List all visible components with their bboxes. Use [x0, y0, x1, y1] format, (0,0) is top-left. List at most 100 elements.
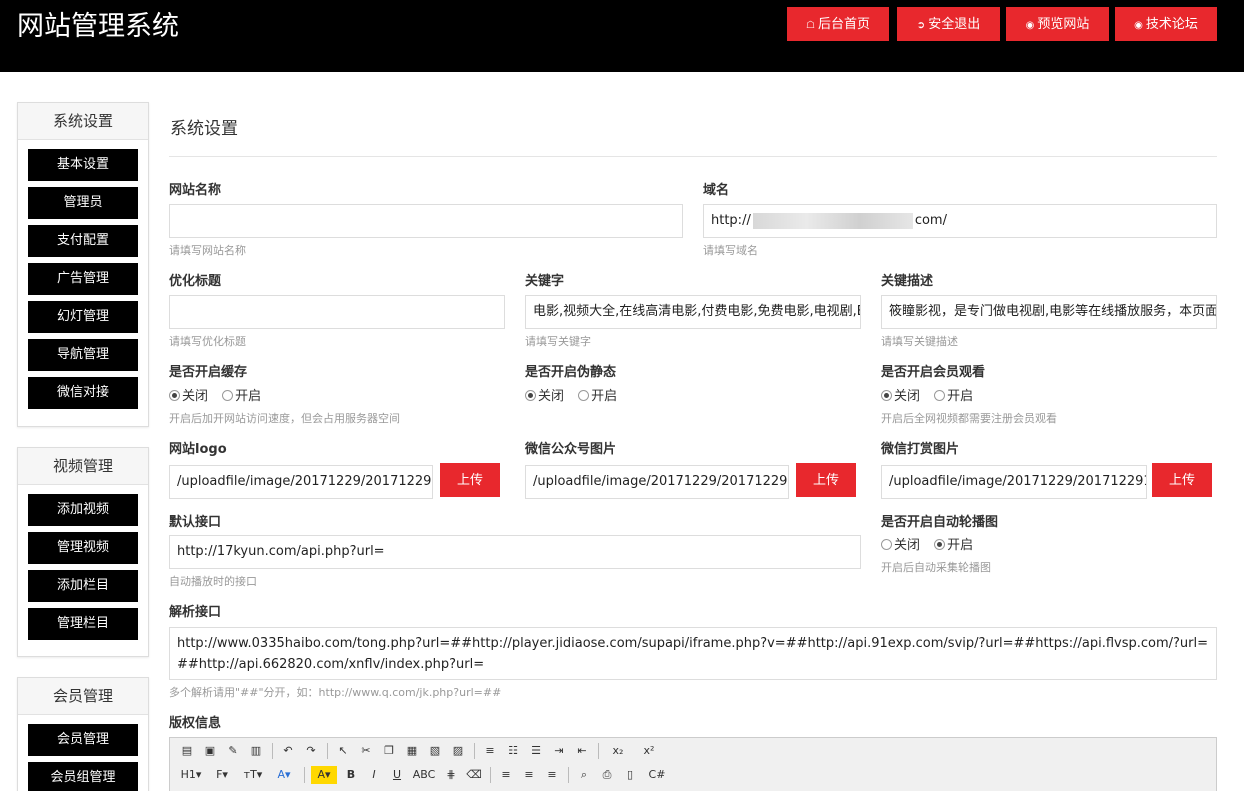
sidebar-panel-member: 会员管理 会员管理 会员组管理: [17, 677, 149, 791]
align-center-icon[interactable]: ≡: [520, 766, 538, 784]
copy-icon[interactable]: ❐: [380, 742, 398, 760]
ordered-list-icon[interactable]: ☷: [504, 742, 522, 760]
highlight-icon[interactable]: A▾: [311, 766, 337, 784]
parse-api-label: 解析接口: [169, 605, 222, 620]
toolbar-separator: [490, 767, 491, 783]
member-view-off-option[interactable]: 关闭: [881, 389, 920, 404]
title-divider: [169, 156, 1217, 157]
sidebar-item-manage-category[interactable]: 管理栏目: [28, 608, 138, 640]
sidebar-panel-title: 会员管理: [18, 678, 148, 715]
preview-icon[interactable]: ▣: [201, 742, 219, 760]
default-api-input[interactable]: http://17kyun.com/api.php?url=: [169, 535, 861, 569]
sidebar-item-admin[interactable]: 管理员: [28, 187, 138, 219]
cache-radio-group: 关闭 开启: [169, 389, 271, 405]
member-view-on-option[interactable]: 开启: [934, 389, 973, 404]
editor-toolbar-row-1: ▤ ▣ ✎ ▥ ↶ ↷ ↖ ✂ ❐ ▦ ▧ ▨ ≡ ☷ ☰ ⇥ ⇤ x₂ x²: [178, 740, 667, 762]
sidebar-item-payment[interactable]: 支付配置: [28, 225, 138, 257]
rewrite-on-option[interactable]: 开启: [578, 389, 617, 404]
cut-icon[interactable]: ✂: [357, 742, 375, 760]
sidebar-item-add-video[interactable]: 添加视频: [28, 494, 138, 526]
outdent-icon[interactable]: ⇤: [573, 742, 591, 760]
paste-icon[interactable]: ▥: [247, 742, 265, 760]
paste-plain-icon[interactable]: ▦: [403, 742, 421, 760]
carousel-off-option[interactable]: 关闭: [881, 538, 920, 553]
top-header: 网站管理系统 ☖ 后台首页 ➲ 安全退出 ◉ 预览网站 ◉ 技术论坛: [0, 0, 1244, 72]
redacted-mask: [752, 212, 913, 229]
sidebar-panel-system: 系统设置 基本设置 管理员 支付配置 广告管理 幻灯管理 导航管理 微信对接: [17, 102, 149, 427]
sidebar-item-member-groups[interactable]: 会员组管理: [28, 762, 138, 791]
justify-icon[interactable]: ≡: [481, 742, 499, 760]
sidebar-panel-title: 系统设置: [18, 103, 148, 140]
site-name-input[interactable]: [169, 204, 683, 238]
editor-toolbar-row-2: H1▾ F▾ тT▾ A▾ A▾ B I U ABC ⋕ ⌫ ≡ ≡ ≡ ⌕ ⎙ ▯ C#: [178, 764, 675, 786]
paste-word-icon[interactable]: ▧: [426, 742, 444, 760]
description-input[interactable]: 筱瞳影视，是专门做电视剧,电影等在线播放服务，本页面: [881, 295, 1217, 329]
align-right-icon[interactable]: ≡: [543, 766, 561, 784]
wechat-qr-upload-button[interactable]: 上传: [796, 463, 856, 497]
rewrite-radio-group: 关闭 开启: [525, 389, 627, 405]
redo-icon[interactable]: ↷: [302, 742, 320, 760]
bold-icon[interactable]: B: [342, 766, 360, 784]
find-icon[interactable]: ⌕: [575, 766, 593, 784]
heading-icon[interactable]: H1▾: [178, 766, 204, 784]
tech-forum-button[interactable]: ◉ 技术论坛: [1115, 7, 1217, 41]
underline-icon[interactable]: U: [388, 766, 406, 784]
remove-format-icon[interactable]: ⌫: [465, 766, 483, 784]
keywords-input[interactable]: 电影,视频大全,在线高清电影,付费电影,免费电影,电视剧,E: [525, 295, 861, 329]
preview-site-button[interactable]: ◉ 预览网站: [1006, 7, 1109, 41]
seo-title-input[interactable]: [169, 295, 505, 329]
logo-path-input[interactable]: /uploadfile/image/20171229/201712291: [169, 465, 433, 499]
rich-text-editor[interactable]: ▤ ▣ ✎ ▥ ↶ ↷ ↖ ✂ ❐ ▦ ▧ ▨ ≡ ☷ ☰ ⇥ ⇤ x₂ x² H1▾ F▾ тT▾ A▾ A▾ B I U ABC…: [169, 737, 1217, 791]
print-icon[interactable]: ⎙: [598, 766, 616, 784]
cache-on-option[interactable]: 开启: [222, 389, 261, 404]
eye-icon: ◉: [1025, 20, 1035, 31]
superscript-icon[interactable]: x²: [636, 742, 662, 760]
seo-title-help: 请填写优化标题: [169, 335, 246, 348]
undo-icon[interactable]: ↶: [279, 742, 297, 760]
font-color-icon[interactable]: A▾: [271, 766, 297, 784]
carousel-on-option[interactable]: 开启: [934, 538, 973, 553]
wechat-reward-upload-button[interactable]: 上传: [1152, 463, 1212, 497]
logo-upload-button[interactable]: 上传: [440, 463, 500, 497]
wechat-reward-path-input[interactable]: /uploadfile/image/20171229/201712291: [881, 465, 1147, 499]
logout-icon: ➲: [916, 20, 926, 31]
sidebar-item-navigation[interactable]: 导航管理: [28, 339, 138, 371]
logout-button[interactable]: ➲ 安全退出: [897, 7, 1000, 41]
parse-api-textarea[interactable]: http://www.0335haibo.com/tong.php?url=##…: [169, 627, 1217, 680]
sidebar-item-ads[interactable]: 广告管理: [28, 263, 138, 295]
source-icon[interactable]: ▤: [178, 742, 196, 760]
align-left-icon[interactable]: ≡: [497, 766, 515, 784]
domain-input[interactable]: http://com/: [703, 204, 1217, 238]
sidebar-item-manage-video[interactable]: 管理视频: [28, 532, 138, 564]
copyright-label: 版权信息: [169, 716, 222, 731]
description-help: 请填写关键描述: [881, 335, 958, 348]
indent-icon[interactable]: ⇥: [550, 742, 568, 760]
carousel-help: 开启后自动采集轮播图: [881, 561, 991, 574]
admin-home-button[interactable]: ☖ 后台首页: [787, 7, 889, 41]
site-name-help: 请填写网站名称: [169, 244, 246, 257]
sidebar-item-basic-settings[interactable]: 基本设置: [28, 149, 138, 181]
select-icon[interactable]: ↖: [334, 742, 352, 760]
toolbar-separator: [272, 743, 273, 759]
logo-label: 网站logo: [169, 442, 227, 457]
strikethrough-icon[interactable]: ABC: [411, 766, 437, 784]
code-icon[interactable]: C#: [644, 766, 670, 784]
unordered-list-icon[interactable]: ☰: [527, 742, 545, 760]
wechat-qr-path-input[interactable]: /uploadfile/image/20171229/201712291: [525, 465, 789, 499]
sidebar-item-slides[interactable]: 幻灯管理: [28, 301, 138, 333]
fullscreen-icon[interactable]: ▯: [621, 766, 639, 784]
carousel-radio-group: 关闭 开启: [881, 538, 983, 554]
sidebar-item-wechat[interactable]: 微信对接: [28, 377, 138, 409]
rewrite-off-option[interactable]: 关闭: [525, 389, 564, 404]
font-size-icon[interactable]: тT▾: [240, 766, 266, 784]
parse-api-help: 多个解析请用"##"分开，如：http://www.q.com/jk.php?u…: [169, 686, 502, 699]
sidebar-item-members[interactable]: 会员管理: [28, 724, 138, 756]
italic-icon[interactable]: I: [365, 766, 383, 784]
subscript-icon[interactable]: x₂: [605, 742, 631, 760]
template-icon[interactable]: ✎: [224, 742, 242, 760]
line-height-icon[interactable]: ⋕: [442, 766, 460, 784]
cache-off-option[interactable]: 关闭: [169, 389, 208, 404]
paste-text-icon[interactable]: ▨: [449, 742, 467, 760]
font-family-icon[interactable]: F▾: [209, 766, 235, 784]
sidebar-item-add-category[interactable]: 添加栏目: [28, 570, 138, 602]
